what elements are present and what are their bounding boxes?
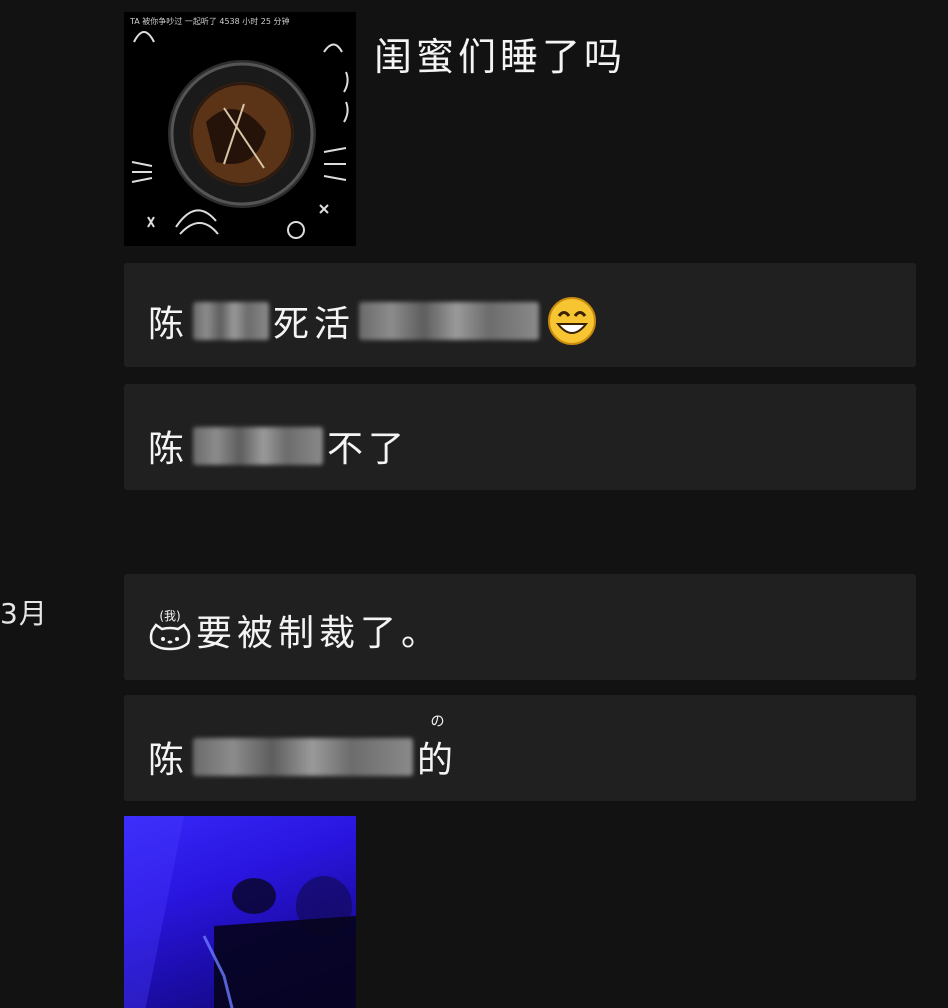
grinning-face-icon (548, 297, 597, 345)
message-card-3[interactable]: (我) 要被制裁了。 (124, 574, 916, 680)
redacted-blur (193, 427, 324, 465)
message-2-prefix: 陈 (148, 429, 190, 470)
message-text-4: 陈 の 的 (148, 714, 459, 783)
title-message: 闺蜜们睡了吗 (374, 35, 627, 79)
redacted-blur (193, 738, 414, 776)
message-1-middle: 死活 (273, 304, 356, 345)
message-card-2[interactable]: 陈 不了 (124, 384, 916, 490)
date-label: 3月 (0, 597, 48, 630)
message-4-ruby-char: の 的 (417, 714, 459, 783)
chat-screen: TA 被你争吵过 一起听了 4538 小时 25 分钟 闺蜜们睡了吗 3月 陈 … (0, 0, 948, 1008)
message-4-suffix: 的 (417, 740, 459, 781)
message-card-1[interactable]: 陈 死活 (124, 263, 916, 367)
ruby-annotation: の (430, 714, 445, 730)
hello-kitty-face-icon (149, 622, 191, 650)
message-text-3: (我) 要被制裁了。 (148, 604, 442, 656)
me-avatar-badge: (我) (148, 610, 192, 651)
redacted-blur (193, 302, 270, 340)
blue-photo-scene (124, 816, 356, 1008)
me-label: (我) (159, 608, 181, 623)
message-2-suffix: 不了 (327, 429, 410, 470)
message-3-text: 要被制裁了。 (196, 613, 443, 654)
message-card-4[interactable]: 陈 の 的 (124, 695, 916, 801)
music-share-image[interactable]: TA 被你争吵过 一起听了 4538 小时 25 分钟 (124, 12, 356, 246)
cat-doodle-frame (124, 12, 356, 246)
music-share-caption: TA 被你争吵过 一起听了 4538 小时 25 分钟 (130, 17, 290, 26)
redacted-blur (359, 302, 540, 340)
message-1-prefix: 陈 (148, 304, 190, 345)
message-text-1: 陈 死活 (148, 295, 597, 347)
message-4-prefix: 陈 (148, 740, 190, 781)
message-text-2: 陈 不了 (148, 420, 409, 472)
blue-photo-image[interactable] (124, 816, 356, 1008)
